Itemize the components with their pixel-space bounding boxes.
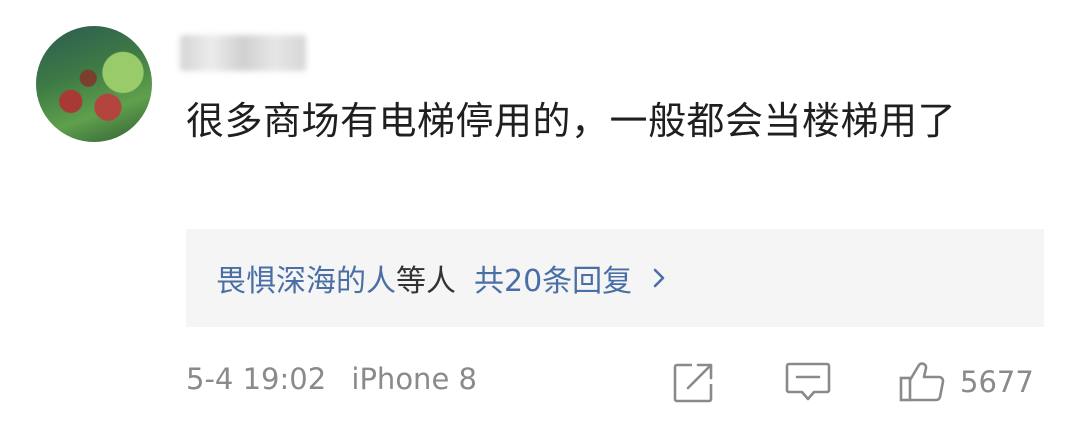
like-count: 5677 <box>960 365 1034 399</box>
reply-suffix: 等人 <box>396 264 456 299</box>
reply-count: 共20条回复 <box>474 264 633 299</box>
replies-link[interactable]: 畏惧深海的人 等人 共20条回复 <box>186 229 1044 327</box>
avatar[interactable] <box>36 26 152 142</box>
device-label: iPhone 8 <box>351 362 477 396</box>
username-blurred[interactable] <box>180 35 306 71</box>
like-icon <box>899 362 945 402</box>
share-icon[interactable] <box>670 360 716 406</box>
timestamp: 5-4 19:02 <box>186 362 327 396</box>
comment-text: 很多商场有电梯停用的，一般都会当楼梯用了 <box>186 99 957 143</box>
like-button[interactable]: 5677 <box>898 360 1034 404</box>
reply-user-names: 畏惧深海的人 <box>216 264 396 299</box>
comment-meta: 5-4 19:02 iPhone 8 <box>186 362 477 396</box>
chevron-right-icon <box>653 268 665 288</box>
comment-icon[interactable] <box>784 360 832 404</box>
